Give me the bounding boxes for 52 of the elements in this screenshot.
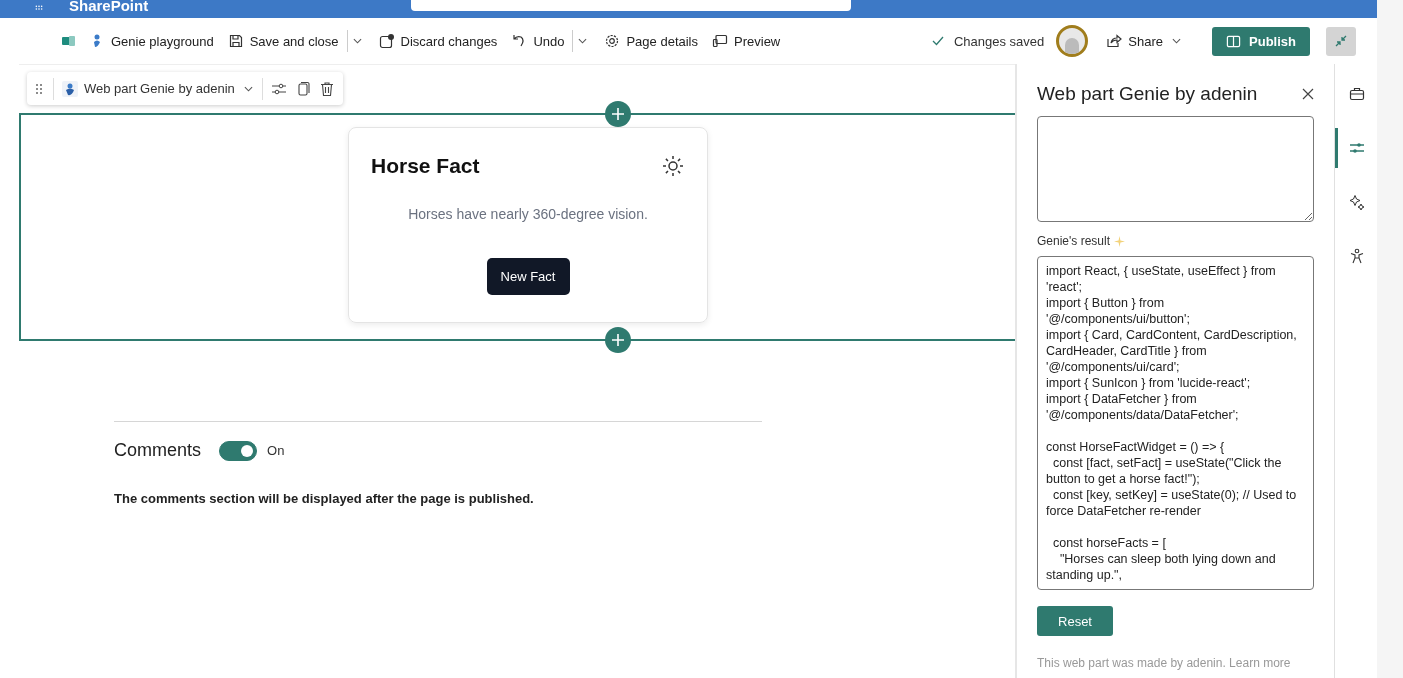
result-label: Genie's result — [1037, 234, 1110, 248]
sharepoint-icon — [61, 33, 77, 49]
app-launcher-icon[interactable] — [33, 5, 45, 13]
genie-icon — [62, 80, 78, 97]
command-button[interactable]: Undo — [531, 26, 593, 56]
share-button[interactable]: Share — [1126, 29, 1165, 53]
toggle-label: On — [267, 443, 285, 458]
drag-handle-icon[interactable] — [35, 82, 43, 95]
comments-toggle[interactable] — [219, 440, 258, 461]
sun-icon[interactable] — [661, 154, 685, 178]
webpart-selector[interactable]: Web part Genie by adenin — [84, 81, 235, 96]
settings-icon — [604, 33, 621, 49]
card-title: Horse Fact — [371, 154, 480, 178]
command-button[interactable]: Page details — [624, 29, 700, 53]
sparkle-icon — [1114, 235, 1125, 247]
close-icon[interactable] — [1302, 88, 1314, 100]
footer-text: This web part was made by adenin. Learn more — [1037, 656, 1292, 670]
share-icon — [1106, 33, 1123, 49]
save-icon — [227, 33, 244, 49]
command-button[interactable]: Discard changes — [398, 29, 500, 53]
comments-note: The comments section will be displayed after the page is published. — [114, 491, 535, 506]
code-text: import React, { useState, useEffect } from 'react'; import { Button } from '@/components/ui/button'; import { Card, CardContent, CardDescription, CardHeader, CardTitle } from '@/components/ui/card'; import { SunIcon } from 'lucide-react'; import { DataFetcher } from '@/components/data/DataFetcher'; const HorseFactWidget = () => { const [fact, setFact] = useState("Click the button to get a horse fact!"); const [key, setKey] = useState(0); // Used to force DataFetcher re-render const horseFacts = [ "Horses can sleep both lying down and standing up.", — [1046, 263, 1298, 583]
delete-icon[interactable] — [318, 80, 335, 97]
command-button[interactable]: Genie playground — [109, 29, 216, 53]
chevron-down-icon[interactable] — [578, 38, 588, 44]
chevron-down-icon[interactable] — [243, 85, 253, 92]
publish-button[interactable]: Publish — [1212, 26, 1310, 56]
command-button[interactable]: Save and close — [247, 26, 367, 56]
discard-icon — [378, 33, 395, 49]
add-section-button[interactable] — [605, 101, 631, 127]
new-fact-button[interactable]: New Fact — [486, 258, 570, 295]
toolbox-icon — [1348, 86, 1365, 102]
panel-title: Web part Genie by adenin — [1037, 83, 1258, 105]
app-title: SharePoint — [69, 0, 149, 13]
collapse-arrows-icon — [1333, 33, 1349, 49]
checkmark-icon — [931, 36, 944, 46]
prompt-field[interactable] — [1037, 116, 1314, 222]
chevron-down-icon[interactable] — [1172, 38, 1181, 44]
fact-text: Horses have nearly 360-degree vision. — [408, 206, 648, 222]
chevron-down-icon[interactable] — [352, 38, 362, 44]
command-button[interactable]: Preview — [732, 29, 783, 53]
preview-icon — [712, 33, 728, 49]
comments-heading: Comments — [114, 440, 202, 461]
accessibility-icon — [1348, 248, 1365, 264]
book-icon — [1226, 33, 1241, 49]
collapse-button[interactable] — [1326, 26, 1356, 56]
sparkle-icon — [1348, 194, 1365, 210]
add-section-button[interactable] — [605, 327, 631, 353]
settings-sliders-icon — [1348, 140, 1365, 156]
reset-button[interactable]: Reset — [1037, 606, 1113, 636]
avatar-icon[interactable] — [1056, 25, 1089, 57]
save-status: Changes saved — [953, 33, 1045, 49]
